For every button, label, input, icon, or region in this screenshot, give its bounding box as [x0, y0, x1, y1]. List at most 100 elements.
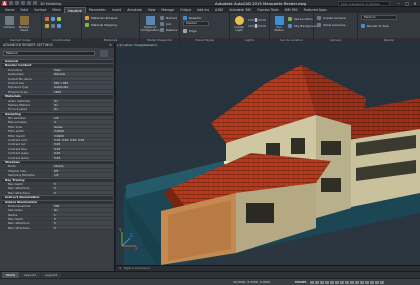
hardware-acceleration-icon[interactable]: [370, 280, 374, 284]
ucs-icon: [45, 16, 49, 21]
model-space-toggle[interactable]: MODEL: [295, 279, 307, 285]
drawing-viewport[interactable]: [-][Custom View][Realistic] X Y Z: [116, 43, 420, 265]
property-name: Radius: [8, 212, 18, 217]
camera-button[interactable]: Camera: [2, 15, 16, 35]
property-value[interactable]: On: [52, 107, 113, 111]
property-value[interactable]: On: [52, 102, 113, 107]
show-cameras-button[interactable]: Show Cameras: [317, 22, 345, 27]
property-value[interactable]: 1/2: [52, 173, 113, 177]
property-value[interactable]: 3.0000: [52, 129, 113, 133]
property-name: Use radius: [8, 208, 23, 212]
visual-style-combo[interactable]: Shaded: [183, 21, 209, 26]
redo-icon[interactable]: [33, 1, 37, 5]
maximize-icon[interactable]: □: [404, 1, 410, 6]
ucs-world-row[interactable]: [45, 16, 61, 21]
restore-viewports-button[interactable]: Restore: [160, 27, 177, 32]
property-value[interactable]: 500: [52, 203, 113, 208]
property-value[interactable]: 640 x 480: [52, 80, 113, 85]
ucs-view-icon: [45, 23, 49, 28]
named-viewports-button[interactable]: Named: [160, 15, 177, 20]
property-value[interactable]: 0.05: [52, 142, 113, 146]
command-input[interactable]: Type a command: [124, 266, 150, 270]
property-name: Sampling Multiplier: [8, 173, 36, 177]
materials-browser-button[interactable]: Materials Browser: [85, 15, 118, 20]
property-value[interactable]: 5: [52, 221, 113, 225]
lineweight-icon[interactable]: [340, 280, 344, 284]
join-viewports-button[interactable]: Join: [160, 21, 171, 26]
save-icon[interactable]: [21, 1, 25, 5]
property-value[interactable]: [52, 76, 113, 80]
property-value[interactable]: 1500: [52, 89, 113, 94]
ucs-view-row[interactable]: [45, 23, 61, 28]
create-light-button[interactable]: Create Light: [232, 15, 246, 35]
property-value[interactable]: 5: [52, 186, 113, 190]
workspace-selector[interactable]: 3D Modeling: [40, 2, 61, 6]
autocad-logo-icon[interactable]: A: [2, 1, 7, 6]
snap-icon[interactable]: [315, 280, 319, 284]
property-name: Contrast color: [8, 138, 28, 142]
property-name: Max reflections: [8, 186, 30, 190]
otrack-icon[interactable]: [335, 280, 339, 284]
contrast-slider[interactable]: [248, 24, 266, 28]
property-value[interactable]: 5: [52, 181, 113, 186]
render-preset-combo[interactable]: Medium: [361, 15, 397, 20]
property-value[interactable]: View: [52, 67, 113, 72]
property-value[interactable]: 0.05: [52, 151, 113, 155]
sun-status-button[interactable]: Sun Status: [272, 15, 286, 35]
viewport-controls-label[interactable]: [-][Custom View][Realistic]: [117, 43, 157, 47]
property-value[interactable]: 5: [52, 217, 113, 221]
property-value[interactable]: Off: [52, 168, 113, 173]
viewport-configuration-icon: [145, 16, 155, 25]
named-views-icon: [19, 16, 29, 25]
open-icon[interactable]: [15, 1, 19, 5]
property-value[interactable]: Automatic: [52, 85, 113, 89]
polar-icon[interactable]: [325, 280, 329, 284]
osnap-icon[interactable]: [330, 280, 334, 284]
property-name: Max depth: [8, 181, 23, 186]
property-name: Output size: [8, 80, 25, 85]
named-views-button[interactable]: Named Views: [17, 15, 31, 35]
isolate-icon[interactable]: [365, 280, 369, 284]
property-value[interactable]: 0.05, 0.05, 0.05, 0.05: [52, 138, 113, 142]
render-to-size-button[interactable]: Render to Size: [361, 23, 389, 28]
sky-icon: [288, 23, 292, 28]
edge-effects-button[interactable]: Edge: [183, 28, 197, 33]
brightness-slider[interactable]: [248, 18, 266, 22]
manage-presets-icon[interactable]: [100, 50, 108, 57]
property-value[interactable]: 0.05: [52, 146, 113, 151]
property-row[interactable]: Max refractions 5: [2, 225, 113, 231]
annotation-scale-icon[interactable]: [355, 280, 359, 284]
property-name: Force 2-sided: [8, 107, 27, 111]
search-input[interactable]: Type a keyword or phrase: [338, 1, 390, 6]
render-preset-select[interactable]: Medium: [3, 51, 95, 56]
create-camera-button[interactable]: Create Camera: [317, 15, 346, 20]
property-value[interactable]: 5: [52, 225, 113, 230]
new-icon[interactable]: [9, 1, 13, 5]
workspace-gear-icon[interactable]: [360, 280, 364, 284]
close-icon[interactable]: ×: [412, 1, 418, 6]
property-value[interactable]: Gauss: [52, 124, 113, 129]
ribbon-panel: Camera Named Views Named Views Coordinat…: [0, 13, 420, 43]
property-value[interactable]: On: [52, 98, 113, 102]
grid-icon[interactable]: [310, 280, 314, 284]
ortho-icon[interactable]: [320, 280, 324, 284]
property-value[interactable]: 3.0000: [52, 133, 113, 138]
property-value[interactable]: 4: [52, 120, 113, 124]
realistic-style-button[interactable]: Realistic: [183, 15, 202, 20]
property-value[interactable]: 5: [52, 190, 113, 195]
viewport-configuration-button[interactable]: Viewport Configuration: [141, 15, 159, 35]
transparency-icon[interactable]: [345, 280, 349, 284]
undo-icon[interactable]: [27, 1, 31, 5]
property-value[interactable]: 1: [52, 212, 113, 217]
customization-icon[interactable]: [380, 280, 384, 284]
property-value[interactable]: Window: [52, 72, 113, 76]
property-value[interactable]: 0.05: [52, 155, 113, 159]
clean-screen-icon[interactable]: [375, 280, 379, 284]
property-value[interactable]: Simple: [52, 164, 113, 168]
property-value[interactable]: On: [52, 208, 113, 212]
material-mapping-button[interactable]: Material Mapping: [85, 22, 117, 27]
set-location-button[interactable]: Set Location: [288, 16, 313, 21]
minimize-icon[interactable]: –: [396, 1, 402, 6]
selection-cycling-icon[interactable]: [350, 280, 354, 284]
property-value[interactable]: 1/4: [52, 116, 113, 120]
